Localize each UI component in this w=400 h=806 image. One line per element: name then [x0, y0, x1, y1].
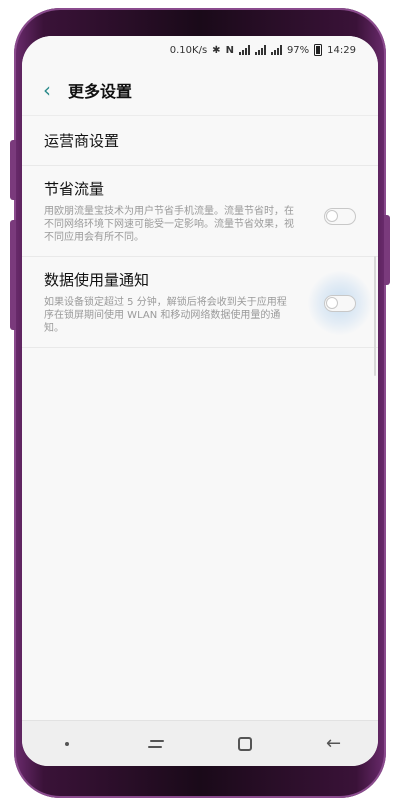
data-usage-notify-item[interactable]: 数据使用量通知 如果设备锁定超过 5 分钟，解锁后将会收到关于应用程序在锁屏期间…: [22, 257, 378, 348]
nav-back-button[interactable]: ←: [314, 724, 354, 764]
data-saver-item[interactable]: 节省流量 用欧朋流量宝技术为用户节省手机流量。流量节省时，在不同网络环境下网速可…: [22, 166, 378, 257]
nfc-icon: N: [225, 44, 234, 56]
screen: 0.10K/s ✱ N 97% 14:29 ‹ 更多设置 运营商设置 节省流量 …: [22, 36, 378, 766]
app-header: ‹ 更多设置: [22, 64, 378, 116]
recent-apps-icon: [147, 738, 164, 750]
battery-icon: [314, 44, 323, 56]
nav-dot-button[interactable]: [47, 724, 87, 764]
status-bar: 0.10K/s ✱ N 97% 14:29: [22, 36, 378, 64]
navigation-bar: ←: [22, 720, 378, 766]
wifi-signal-icon: [238, 45, 250, 55]
cell-signal-2-icon: [270, 45, 282, 55]
scrollbar[interactable]: [374, 256, 376, 376]
data-saver-label: 节省流量: [44, 180, 105, 198]
battery-percent: 97%: [286, 44, 310, 56]
back-arrow-icon: ←: [325, 733, 342, 754]
cell-signal-icon: [254, 45, 266, 55]
bluetooth-icon: ✱: [212, 44, 221, 56]
data-usage-notify-toggle[interactable]: [324, 295, 356, 312]
net-speed: 0.10K/s: [169, 44, 208, 56]
toggle-knob: [326, 297, 338, 309]
data-saver-description: 用欧朋流量宝技术为用户节省手机流量。流量节省时，在不同网络环境下网速可能受一定影…: [44, 206, 294, 243]
data-usage-notify-description: 如果设备锁定超过 5 分钟，解锁后将会收到关于应用程序在锁屏期间使用 WLAN …: [44, 297, 287, 334]
dot-icon: [64, 741, 69, 746]
data-usage-notify-label: 数据使用量通知: [44, 271, 150, 289]
recent-apps-button[interactable]: [136, 724, 176, 764]
data-saver-toggle[interactable]: [324, 208, 356, 225]
toggle-knob: [326, 210, 338, 222]
home-button[interactable]: [225, 724, 265, 764]
page-title: 更多设置: [68, 81, 133, 101]
home-icon: [237, 736, 252, 751]
bixby-button: [10, 220, 16, 330]
carrier-settings-label: 运营商设置: [44, 132, 120, 150]
back-icon[interactable]: ‹: [36, 78, 58, 102]
carrier-settings-item[interactable]: 运营商设置: [22, 116, 378, 166]
volume-button: [10, 140, 16, 200]
power-button: [384, 215, 390, 285]
clock: 14:29: [327, 44, 356, 56]
